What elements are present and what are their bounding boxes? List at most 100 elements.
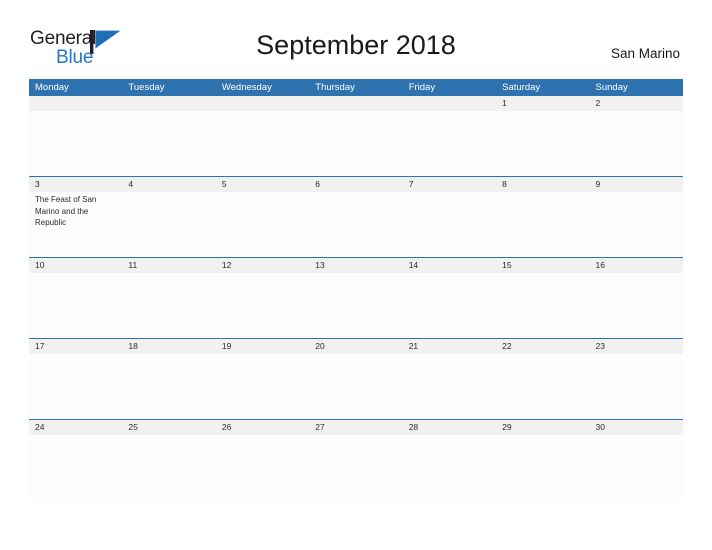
date-number-3[interactable]: 3 (29, 177, 122, 192)
date-number-2[interactable]: 2 (590, 96, 683, 111)
date-number-empty (403, 96, 496, 111)
date-number-17[interactable]: 17 (29, 339, 122, 354)
page-header: General Blue September 2018 San Marino (0, 0, 712, 78)
day-cell-26[interactable] (216, 435, 309, 500)
day-cell-5[interactable] (216, 192, 309, 257)
day-cell-empty (122, 111, 215, 176)
date-number-25[interactable]: 25 (122, 420, 215, 435)
day-cell-6[interactable] (309, 192, 402, 257)
day-cell-17[interactable] (29, 354, 122, 419)
date-content-row (29, 111, 683, 176)
date-number-18[interactable]: 18 (122, 339, 215, 354)
date-number-19[interactable]: 19 (216, 339, 309, 354)
date-number-empty (122, 96, 215, 111)
day-cell-empty (29, 111, 122, 176)
calendar-week-row: 17 18 19 20 21 22 23 (29, 338, 683, 419)
date-number-empty (309, 96, 402, 111)
date-number-23[interactable]: 23 (590, 339, 683, 354)
day-cell-7[interactable] (403, 192, 496, 257)
date-number-30[interactable]: 30 (590, 420, 683, 435)
day-cell-18[interactable] (122, 354, 215, 419)
date-number-empty (216, 96, 309, 111)
weekday-header-wednesday: Wednesday (221, 82, 272, 93)
date-number-24[interactable]: 24 (29, 420, 122, 435)
weekday-header-sunday: Sunday (595, 82, 628, 93)
date-number-7[interactable]: 7 (403, 177, 496, 192)
day-cell-3[interactable]: The Feast of San Marino and the Republic (29, 192, 122, 257)
day-cell-15[interactable] (496, 273, 589, 338)
day-cell-14[interactable] (403, 273, 496, 338)
day-cell-23[interactable] (590, 354, 683, 419)
day-cell-30[interactable] (590, 435, 683, 500)
day-cell-20[interactable] (309, 354, 402, 419)
date-number-6[interactable]: 6 (309, 177, 402, 192)
weekday-header-thursday: Thursday (315, 82, 355, 93)
day-cell-25[interactable] (122, 435, 215, 500)
date-number-1[interactable]: 1 (496, 96, 589, 111)
day-cell-11[interactable] (122, 273, 215, 338)
date-number-row: 10 11 12 13 14 15 16 (29, 258, 683, 273)
calendar-week-row: 24 25 26 27 28 29 30 (29, 419, 683, 500)
location-label: San Marino (610, 46, 680, 61)
date-number-16[interactable]: 16 (590, 258, 683, 273)
date-content-row: The Feast of San Marino and the Republic (29, 192, 683, 257)
day-cell-28[interactable] (403, 435, 496, 500)
calendar-week-row: 3 4 5 6 7 8 9 The Feast of San Marino and the R… (29, 176, 683, 257)
day-cell-21[interactable] (403, 354, 496, 419)
date-number-row: 12 (29, 96, 683, 111)
date-number-8[interactable]: 8 (496, 177, 589, 192)
date-content-row (29, 435, 683, 500)
weekday-header-saturday: Saturday (502, 82, 541, 93)
date-number-5[interactable]: 5 (216, 177, 309, 192)
day-cell-24[interactable] (29, 435, 122, 500)
day-cell-1[interactable] (496, 111, 589, 176)
date-content-row (29, 273, 683, 338)
date-number-21[interactable]: 21 (403, 339, 496, 354)
calendar-grid: Monday Tuesday Wednesday Thursday Friday Satu… (29, 79, 683, 500)
day-cell-29[interactable] (496, 435, 589, 500)
day-cell-19[interactable] (216, 354, 309, 419)
calendar-week-row: 12 (29, 96, 683, 176)
holiday-event: The Feast of San Marino and the Republic (35, 195, 97, 227)
date-number-4[interactable]: 4 (122, 177, 215, 192)
date-number-26[interactable]: 26 (216, 420, 309, 435)
weekday-header-monday: Monday (35, 82, 69, 93)
date-number-15[interactable]: 15 (496, 258, 589, 273)
date-number-28[interactable]: 28 (403, 420, 496, 435)
date-number-row: 3456789 (29, 177, 683, 192)
date-number-14[interactable]: 14 (403, 258, 496, 273)
date-number-20[interactable]: 20 (309, 339, 402, 354)
date-number-9[interactable]: 9 (590, 177, 683, 192)
day-cell-13[interactable] (309, 273, 402, 338)
calendar-page: General Blue September 2018 San Marino M… (0, 0, 712, 550)
day-cell-16[interactable] (590, 273, 683, 338)
date-number-27[interactable]: 27 (309, 420, 402, 435)
day-cell-9[interactable] (590, 192, 683, 257)
date-number-13[interactable]: 13 (309, 258, 402, 273)
date-number-row: 17 18 19 20 21 22 23 (29, 339, 683, 354)
date-number-29[interactable]: 29 (496, 420, 589, 435)
date-number-22[interactable]: 22 (496, 339, 589, 354)
weekday-header-tuesday: Tuesday (128, 82, 165, 93)
weekday-header-friday: Friday (408, 82, 436, 93)
day-cell-4[interactable] (122, 192, 215, 257)
day-cell-10[interactable] (29, 273, 122, 338)
day-cell-8[interactable] (496, 192, 589, 257)
date-number-empty (29, 96, 122, 111)
date-number-row: 24 25 26 27 28 29 30 (29, 420, 683, 435)
page-title: September 2018 (256, 30, 456, 60)
date-number-10[interactable]: 10 (29, 258, 122, 273)
calendar-week-row: 10 11 12 13 14 15 16 (29, 257, 683, 338)
weekday-header-row: Monday Tuesday Wednesday Thursday Friday Satu… (29, 79, 683, 96)
calendar-weeks: 1 2 3 4 5 6 7 8 9 The Feast of San Marino and the… (29, 96, 683, 500)
day-cell-empty (309, 111, 402, 176)
day-cell-empty (403, 111, 496, 176)
date-content-row (29, 354, 683, 419)
day-cell-empty (216, 111, 309, 176)
date-number-12[interactable]: 12 (216, 258, 309, 273)
day-cell-27[interactable] (309, 435, 402, 500)
day-cell-2[interactable] (590, 111, 683, 176)
day-cell-12[interactable] (216, 273, 309, 338)
date-number-11[interactable]: 11 (122, 258, 215, 273)
day-cell-22[interactable] (496, 354, 589, 419)
